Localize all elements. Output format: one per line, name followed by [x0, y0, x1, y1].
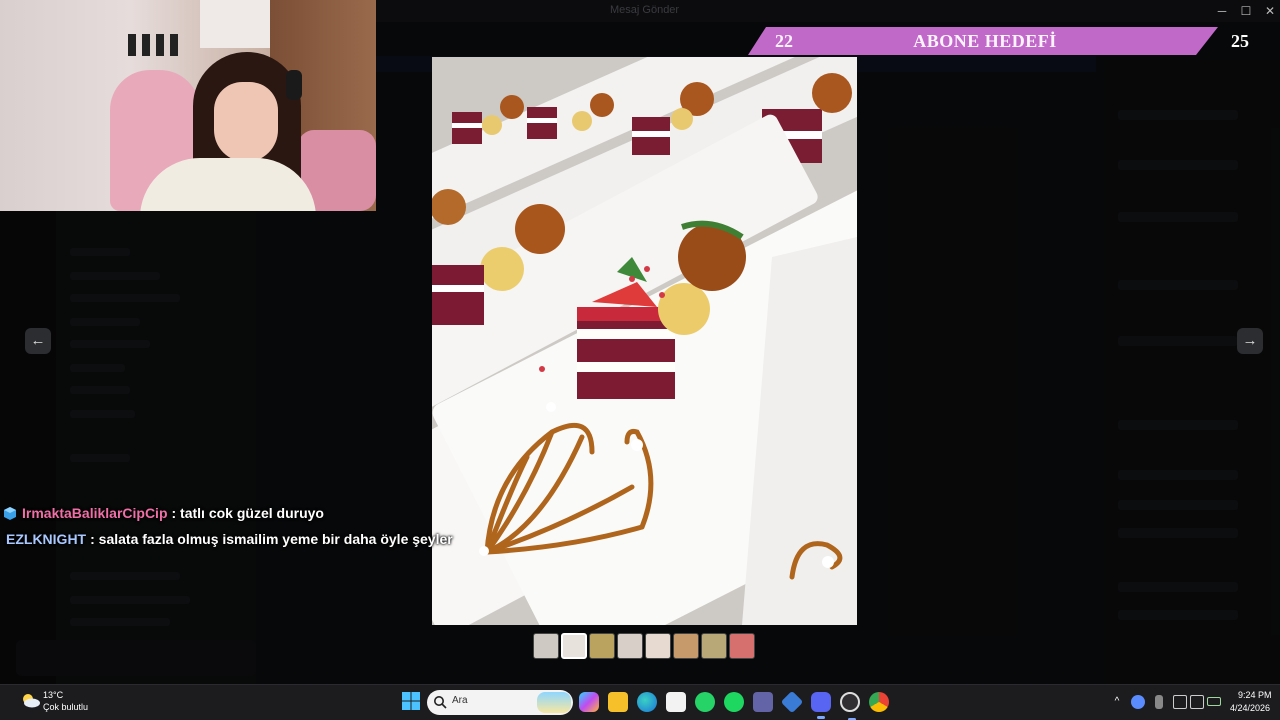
chat-message: IrmaktaBaliklarCipCip : tatlı cok güzel … [4, 500, 453, 526]
whatsapp-icon[interactable] [695, 692, 715, 712]
discord-icon[interactable] [811, 692, 831, 719]
clock-time[interactable]: 9:24 PM [1238, 690, 1272, 700]
clock-date[interactable]: 4/24/2026 [1230, 703, 1270, 713]
search-icon [434, 696, 447, 709]
chat-username: IrmaktaBaliklarCipCip [22, 505, 168, 521]
image-thumbnail[interactable] [617, 633, 643, 659]
battery-icon[interactable] [1207, 697, 1221, 706]
teams-icon[interactable] [753, 692, 773, 712]
stream-chat: IrmaktaBaliklarCipCip : tatlı cok güzel … [4, 500, 453, 552]
dessert-photo [432, 57, 857, 625]
search-highlight-image [537, 692, 571, 713]
window-title: Mesaj Gönder [610, 4, 680, 16]
edge-icon[interactable] [637, 692, 657, 712]
goal-target: 25 [1231, 31, 1249, 51]
chat-username: EZLKNIGHT [6, 531, 87, 547]
goal-current: 22 [775, 31, 793, 51]
image-thumbnail[interactable] [561, 633, 587, 659]
dessert-photo-art [432, 57, 857, 625]
arrow-right-icon: → [1242, 332, 1258, 349]
arrow-left-icon: ← [30, 332, 46, 349]
weather-description[interactable]: Çok bulutlu [43, 702, 88, 712]
gem-badge-icon [4, 506, 16, 520]
goal-label: ABONE HEDEFİ [913, 31, 1057, 51]
chat-message: EZLKNIGHT : salata fazla olmuş ismailim … [4, 526, 453, 552]
webcam-feed [0, 0, 376, 211]
screen: Mesaj Gönder ─ ☐ ✕ ← → 22 ABONE HEDEFİ 2… [0, 0, 1280, 720]
copilot-icon[interactable] [579, 692, 599, 712]
spotify-icon[interactable] [724, 692, 744, 712]
headset-icon [286, 70, 302, 100]
image-thumbnail[interactable] [701, 633, 727, 659]
obs-icon[interactable] [840, 692, 860, 720]
image-thumbnail[interactable] [729, 633, 755, 659]
volume-icon[interactable] [1190, 695, 1204, 709]
image-thumbnail[interactable] [533, 633, 559, 659]
onedrive-icon[interactable] [1131, 695, 1145, 709]
image-thumbnail[interactable] [589, 633, 615, 659]
weather-cloudy-icon[interactable] [20, 692, 40, 708]
app-icon[interactable] [780, 690, 804, 714]
image-thumbnail[interactable] [645, 633, 671, 659]
taskbar: 13°C Çok bulutlu Ara ^ 9:24 PM 4/24/2026 [0, 684, 1280, 720]
file-explorer-icon[interactable] [608, 692, 628, 712]
webcam-figurines [128, 34, 178, 56]
search-placeholder: Ara [452, 695, 468, 706]
webcam-shelf [200, 0, 270, 48]
webcam-streamer-face [214, 82, 278, 162]
store-icon[interactable] [666, 692, 686, 712]
chat-text: : salata fazla olmuş ismailim yeme bir d… [90, 531, 453, 547]
wifi-icon[interactable] [1173, 695, 1187, 709]
image-thumbnail[interactable] [673, 633, 699, 659]
thumbnail-strip [533, 633, 755, 659]
weather-temperature[interactable]: 13°C [43, 690, 63, 700]
next-image-button[interactable]: → [1237, 328, 1263, 354]
previous-image-button[interactable]: ← [25, 328, 51, 354]
microphone-icon[interactable] [1155, 695, 1163, 709]
tray-overflow-icon[interactable]: ^ [1110, 695, 1124, 709]
chrome-icon[interactable] [869, 692, 889, 712]
chat-text: : tatlı cok güzel duruyo [171, 505, 324, 521]
windows-start-icon[interactable] [402, 692, 420, 710]
close-button[interactable]: ✕ [1256, 2, 1280, 20]
